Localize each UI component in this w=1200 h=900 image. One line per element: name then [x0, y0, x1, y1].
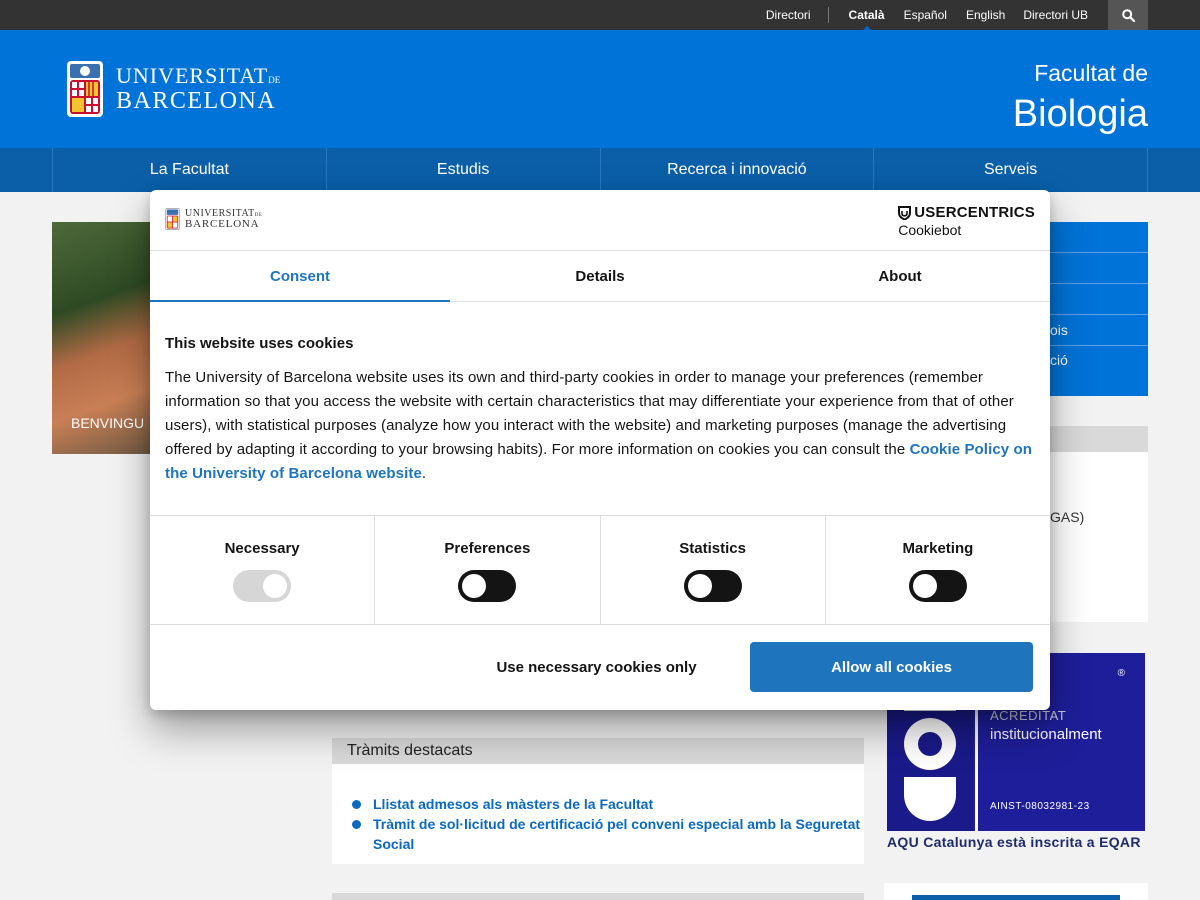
- side-menu-item[interactable]: [1050, 284, 1148, 315]
- next-section-header: [332, 893, 864, 900]
- usercentrics-line1: USERCENTRICS: [898, 204, 1035, 221]
- aqu-logo-u: [904, 777, 956, 821]
- site-header: UNIVERSITATDE BARCELONA Facultat de Biol…: [0, 30, 1200, 148]
- usercentrics-brand[interactable]: USERCENTRICS Cookiebot: [898, 204, 1035, 238]
- top-separator: [827, 7, 829, 23]
- allow-all-cookies-button[interactable]: Allow all cookies: [750, 642, 1033, 692]
- nav-item-la-facultat[interactable]: La Facultat: [52, 148, 326, 192]
- side-white-text[interactable]: GAS): [1050, 509, 1084, 525]
- aqu-registered-mark: ®: [1117, 668, 1125, 679]
- top-bar: Directori Català Español English Directo…: [0, 0, 1200, 30]
- category-preferences: Preferences: [375, 516, 601, 624]
- logo-word-de: DE: [268, 75, 281, 85]
- usercentrics-wordmark: USERCENTRICS: [914, 204, 1035, 221]
- category-label: Statistics: [679, 540, 746, 557]
- tramits-link[interactable]: Tràmit de sol·licitud de certificació pe…: [352, 814, 864, 854]
- tramits-title: Tràmits destacats: [332, 738, 864, 764]
- logo-line1: UNIVERSITATDE: [116, 65, 280, 87]
- logo-text: UNIVERSITATDE BARCELONA: [116, 65, 280, 114]
- hero-image[interactable]: BENVINGU: [52, 222, 152, 454]
- dialog-logo-universitat: UNIVERSITAT: [185, 207, 255, 219]
- search-button[interactable]: [1108, 0, 1148, 30]
- main-nav: La Facultat Estudis Recerca i innovació …: [0, 148, 1200, 192]
- dialog-ub-logo: UNIVERSITATDE BARCELONA: [165, 208, 262, 230]
- top-links: Directori Català Español English Directo…: [766, 0, 1148, 30]
- category-necessary: Necessary: [150, 516, 376, 624]
- category-label: Preferences: [444, 540, 531, 557]
- tab-about[interactable]: About: [750, 251, 1050, 301]
- nav-item-recerca[interactable]: Recerca i innovació: [599, 148, 874, 192]
- cookie-dialog-title: This website uses cookies: [165, 335, 354, 352]
- hero-welcome-text: BENVINGU: [71, 415, 145, 431]
- aqu-institucionalment: institucionalment: [990, 726, 1102, 743]
- category-label: Marketing: [902, 540, 974, 557]
- faculty-title[interactable]: Facultat de Biologia: [1013, 60, 1148, 136]
- tramits-list: Llistat admesos als màsters de la Facult…: [332, 764, 864, 854]
- lang-espanol[interactable]: Español: [904, 8, 947, 22]
- ub-shield-icon: [67, 61, 103, 117]
- category-statistics: Statistics: [601, 516, 826, 624]
- use-necessary-cookies-button[interactable]: Use necessary cookies only: [450, 642, 743, 692]
- tramits-link[interactable]: Llistat admesos als màsters de la Facult…: [352, 794, 864, 814]
- dialog-logo-line1: UNIVERSITATDE: [185, 207, 263, 219]
- dialog-logo-text: UNIVERSITATDE BARCELONA: [185, 207, 263, 230]
- cookie-dialog: UNIVERSITATDE BARCELONA USERCENTRICS Coo…: [150, 190, 1050, 710]
- nav-item-estudis[interactable]: Estudis: [325, 148, 600, 192]
- toggle-necessary: [233, 570, 292, 602]
- logo-word-universitat: UNIVERSITAT: [116, 63, 269, 88]
- dialog-logo-line2: BARCELONA: [185, 217, 260, 230]
- aqu-code: AINST-08032981-23: [990, 801, 1090, 812]
- category-marketing: Marketing: [826, 516, 1050, 624]
- cookiebot-wordmark: Cookiebot: [898, 222, 962, 238]
- link-directori[interactable]: Directori: [766, 8, 811, 22]
- cookie-body-text: The University of Barcelona website uses…: [165, 369, 1014, 458]
- tramits-destacats: Tràmits destacats Llistat admesos als mà…: [332, 738, 864, 864]
- logo-line2: BARCELONA: [116, 88, 277, 114]
- side-menu: ois ció: [1050, 222, 1148, 396]
- side-white-panel: GAS): [1050, 452, 1148, 622]
- cookie-dialog-body: This website uses cookies The University…: [165, 335, 1035, 486]
- side-menu-item[interactable]: ois: [1050, 315, 1148, 346]
- cookie-dialog-text: The University of Barcelona website uses…: [165, 366, 1035, 486]
- side-menu-item[interactable]: ció: [1050, 346, 1148, 396]
- faculty-line2: Biologia: [1012, 93, 1148, 135]
- aqu-logo-ring: [904, 718, 956, 770]
- nav-item-serveis[interactable]: Serveis: [873, 148, 1148, 192]
- ub-logo[interactable]: UNIVERSITATDE BARCELONA: [66, 60, 280, 118]
- side-menu-item[interactable]: [1050, 253, 1148, 284]
- search-icon: [1121, 8, 1135, 22]
- usercentrics-shield-icon: [898, 205, 912, 220]
- lang-catala[interactable]: Català: [849, 8, 885, 30]
- aqu-acreditat: ACREDITAT: [990, 708, 1067, 723]
- bottom-box: [884, 883, 1148, 900]
- cookie-dialog-header: UNIVERSITATDE BARCELONA USERCENTRICS Coo…: [150, 190, 1050, 251]
- toggle-preferences[interactable]: [458, 570, 517, 602]
- toggle-marketing[interactable]: [908, 570, 967, 602]
- ub-shield-icon: [165, 208, 180, 230]
- cookie-tabs: Consent Details About: [150, 251, 1050, 302]
- tab-details[interactable]: Details: [450, 251, 750, 301]
- side-grey-header: [1050, 426, 1148, 452]
- side-menu-item[interactable]: [1050, 222, 1148, 253]
- main-nav-items: La Facultat Estudis Recerca i innovació …: [52, 148, 1148, 192]
- tab-consent[interactable]: Consent: [150, 251, 450, 302]
- aqu-caption[interactable]: AQU Catalunya està inscrita a EQAR: [887, 834, 1141, 850]
- dialog-logo-de: DE: [254, 212, 263, 218]
- cookie-body-suffix: .: [421, 465, 427, 482]
- category-label: Necessary: [224, 540, 300, 557]
- faculty-line1: Facultat de: [1034, 60, 1148, 86]
- toggle-statistics[interactable]: [683, 570, 742, 602]
- link-directori-ub[interactable]: Directori UB: [1023, 8, 1088, 22]
- lang-english[interactable]: English: [966, 8, 1005, 22]
- cookie-categories: Necessary Preferences Statistics Marketi…: [150, 515, 1050, 625]
